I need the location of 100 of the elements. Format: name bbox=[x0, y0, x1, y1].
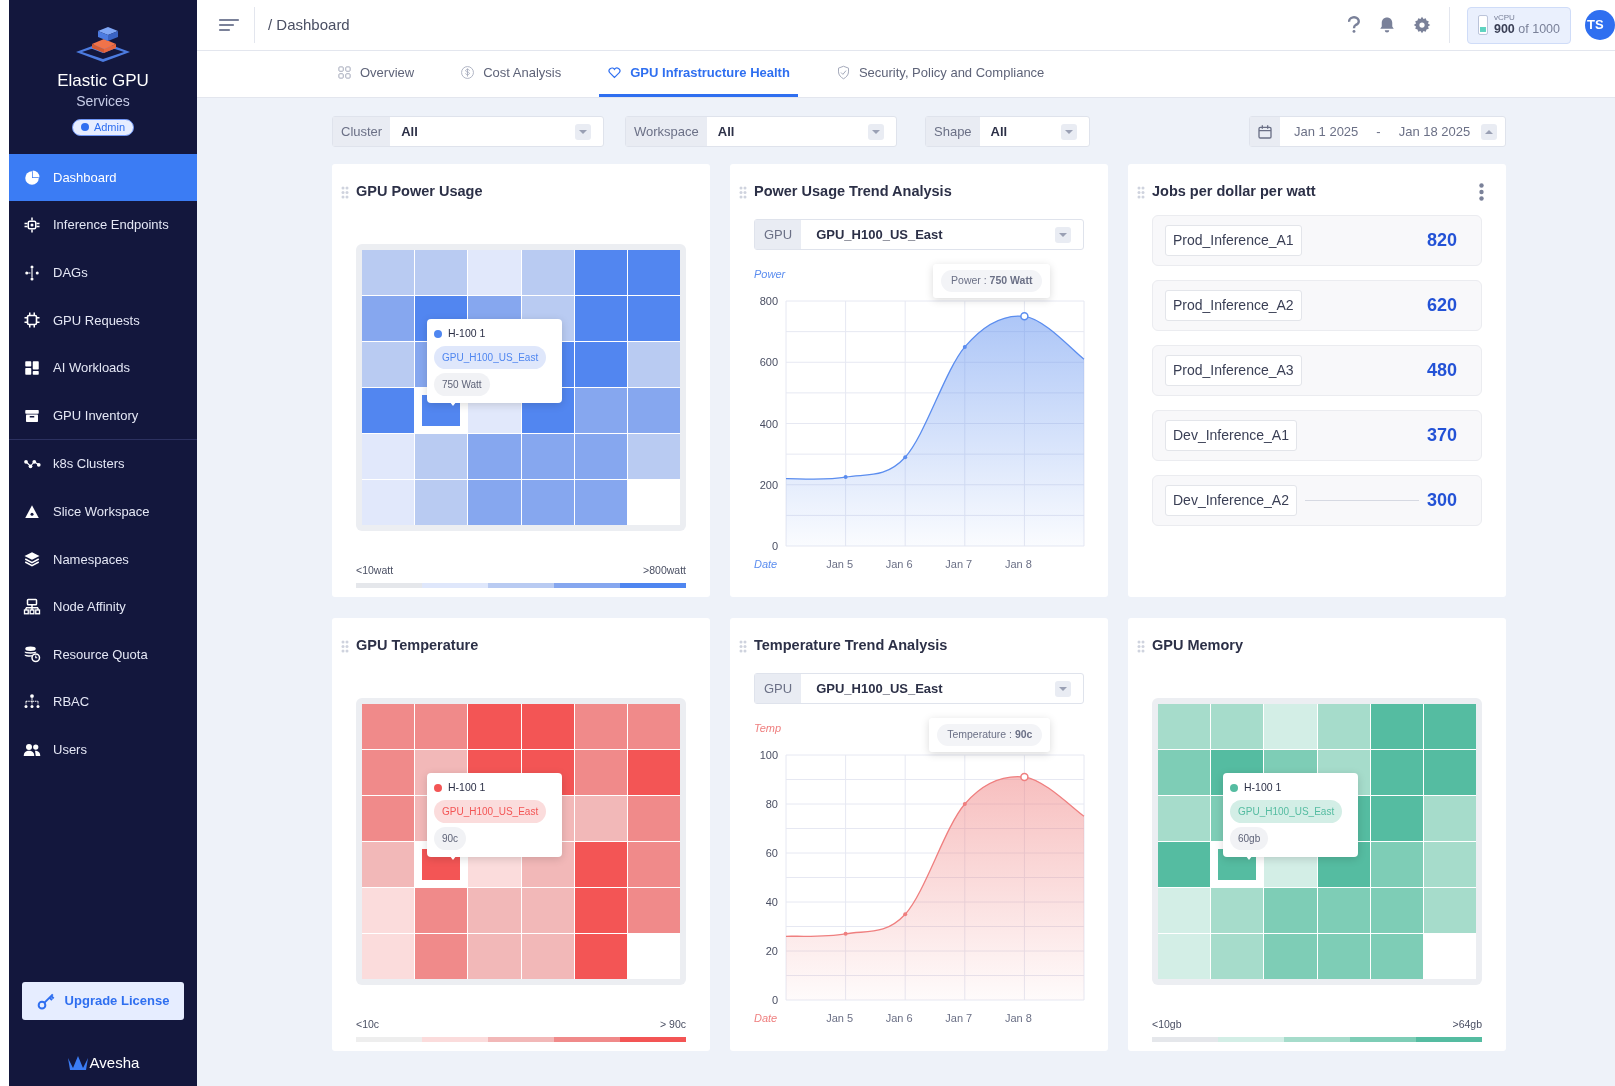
heatmap-cell[interactable] bbox=[1317, 704, 1370, 749]
heatmap-cell[interactable] bbox=[627, 342, 680, 387]
heatmap-cell[interactable] bbox=[1264, 704, 1317, 749]
tab[interactable]: Security, Policy and Compliance bbox=[827, 51, 1053, 97]
heatmap-cell[interactable] bbox=[627, 842, 680, 887]
heatmap-cell[interactable] bbox=[627, 750, 680, 795]
heatmap-cell[interactable] bbox=[574, 434, 627, 479]
heatmap-cell[interactable] bbox=[362, 934, 415, 979]
heatmap-cell[interactable] bbox=[468, 704, 521, 749]
heatmap-cell[interactable] bbox=[627, 250, 680, 295]
sidebar-item[interactable]: Inference Endpoints bbox=[9, 201, 197, 249]
sidebar-item[interactable]: Slice Workspace bbox=[9, 487, 197, 536]
heatmap-cell[interactable] bbox=[1370, 842, 1423, 887]
heatmap-cell[interactable] bbox=[521, 480, 574, 525]
heatmap-cell[interactable] bbox=[1211, 704, 1264, 749]
heatmap-cell[interactable] bbox=[1423, 796, 1476, 841]
heatmap-cell[interactable] bbox=[468, 434, 521, 479]
heatmap-cell[interactable] bbox=[627, 796, 680, 841]
heatmap-cell[interactable] bbox=[574, 934, 627, 979]
tab[interactable]: Cost Analysis bbox=[452, 51, 570, 97]
heatmap-cell[interactable] bbox=[362, 480, 415, 525]
heatmap-cell[interactable] bbox=[627, 388, 680, 433]
ranking-row[interactable]: Prod_Inference_A2 620 bbox=[1152, 280, 1482, 331]
heatmap-cell[interactable] bbox=[1158, 934, 1211, 979]
heatmap-cell[interactable] bbox=[1264, 934, 1317, 979]
sidebar-item[interactable]: DAGs bbox=[9, 248, 197, 297]
heatmap-cell[interactable] bbox=[627, 704, 680, 749]
heatmap-cell[interactable] bbox=[415, 888, 468, 933]
gpu-dropdown[interactable]: GPU GPU_H100_US_East bbox=[754, 673, 1084, 704]
heatmap-cell[interactable] bbox=[415, 934, 468, 979]
ranking-row[interactable]: Prod_Inference_A1 820 bbox=[1152, 215, 1482, 266]
heatmap-cell[interactable] bbox=[468, 888, 521, 933]
heatmap-cell[interactable] bbox=[1423, 704, 1476, 749]
heatmap-cell[interactable] bbox=[574, 750, 627, 795]
heatmap-cell[interactable] bbox=[1158, 842, 1211, 887]
heatmap-cell[interactable] bbox=[574, 842, 627, 887]
heatmap-cell[interactable] bbox=[362, 796, 415, 841]
heatmap-cell[interactable] bbox=[415, 704, 468, 749]
sidebar-item[interactable]: GPU Requests bbox=[9, 296, 197, 345]
heatmap-cell[interactable] bbox=[362, 842, 415, 887]
sidebar-item[interactable]: RBAC bbox=[9, 678, 197, 726]
sidebar-item[interactable]: Namespaces bbox=[9, 535, 197, 584]
sidebar-item[interactable]: Node Affinity bbox=[9, 583, 197, 631]
heatmap-cell[interactable] bbox=[1158, 704, 1211, 749]
heatmap-cell[interactable] bbox=[415, 250, 468, 295]
heatmap-cell[interactable] bbox=[362, 250, 415, 295]
heatmap-cell[interactable] bbox=[574, 250, 627, 295]
heatmap-cell[interactable] bbox=[362, 388, 415, 433]
heatmap-cell[interactable] bbox=[574, 342, 627, 387]
heatmap-cell[interactable] bbox=[574, 388, 627, 433]
heatmap-cell[interactable] bbox=[1158, 750, 1211, 795]
filter-dropdown[interactable]: Shape All bbox=[925, 116, 1090, 147]
gpu-dropdown[interactable]: GPU GPU_H100_US_East bbox=[754, 219, 1084, 250]
heatmap-cell[interactable] bbox=[521, 704, 574, 749]
heatmap-cell[interactable] bbox=[468, 480, 521, 525]
heatmap-cell[interactable] bbox=[1370, 796, 1423, 841]
heatmap-cell[interactable] bbox=[627, 296, 680, 341]
ranking-row[interactable]: Dev_Inference_A2 300 bbox=[1152, 475, 1482, 526]
filter-dropdown[interactable]: Workspace All bbox=[625, 116, 897, 147]
heatmap-cell[interactable] bbox=[362, 434, 415, 479]
filter-dropdown[interactable]: Cluster All bbox=[332, 116, 604, 147]
heatmap-cell[interactable] bbox=[362, 342, 415, 387]
heatmap-cell[interactable] bbox=[521, 934, 574, 979]
heatmap-cell[interactable] bbox=[1158, 796, 1211, 841]
heatmap-cell[interactable] bbox=[1423, 750, 1476, 795]
heatmap-cell[interactable] bbox=[1264, 888, 1317, 933]
heatmap-cell[interactable] bbox=[1370, 934, 1423, 979]
sidebar-item[interactable]: AI Workloads bbox=[9, 344, 197, 392]
sidebar-item[interactable]: GPU Inventory bbox=[9, 391, 197, 440]
heatmap-cell[interactable] bbox=[1370, 888, 1423, 933]
heatmap-cell[interactable] bbox=[1370, 750, 1423, 795]
heatmap-cell[interactable] bbox=[521, 250, 574, 295]
tab[interactable]: Overview bbox=[329, 51, 423, 97]
heatmap-cell[interactable] bbox=[1317, 888, 1370, 933]
heatmap-cell[interactable] bbox=[468, 934, 521, 979]
sidebar-item[interactable]: k8s Clusters bbox=[9, 440, 197, 488]
heatmap-cell[interactable] bbox=[574, 480, 627, 525]
heatmap-cell[interactable] bbox=[627, 434, 680, 479]
heatmap-cell[interactable] bbox=[415, 434, 468, 479]
heatmap-cell[interactable] bbox=[362, 296, 415, 341]
ranking-row[interactable]: Dev_Inference_A1 370 bbox=[1152, 410, 1482, 461]
heatmap-cell[interactable] bbox=[574, 888, 627, 933]
heatmap-cell[interactable] bbox=[1211, 934, 1264, 979]
heatmap-cell[interactable] bbox=[1158, 888, 1211, 933]
sidebar-item[interactable]: Dashboard bbox=[9, 153, 197, 202]
heatmap-cell[interactable] bbox=[362, 704, 415, 749]
tab[interactable]: GPU Infrastructure Health bbox=[599, 51, 798, 97]
sidebar-item[interactable]: Resource Quota bbox=[9, 630, 197, 679]
upgrade-license-button[interactable]: Upgrade License bbox=[22, 981, 184, 1020]
heatmap-cell[interactable] bbox=[415, 480, 468, 525]
sidebar-item[interactable]: Users bbox=[9, 725, 197, 774]
heatmap-cell[interactable] bbox=[574, 796, 627, 841]
heatmap-cell[interactable] bbox=[521, 434, 574, 479]
ranking-row[interactable]: Prod_Inference_A3 480 bbox=[1152, 345, 1482, 396]
heatmap-cell[interactable] bbox=[627, 888, 680, 933]
heatmap-cell[interactable] bbox=[362, 888, 415, 933]
heatmap-cell[interactable] bbox=[1317, 934, 1370, 979]
heatmap-cell[interactable] bbox=[574, 296, 627, 341]
heatmap-cell[interactable] bbox=[1423, 842, 1476, 887]
date-range-picker[interactable]: Jan 1 2025 - Jan 18 2025 bbox=[1249, 116, 1506, 147]
